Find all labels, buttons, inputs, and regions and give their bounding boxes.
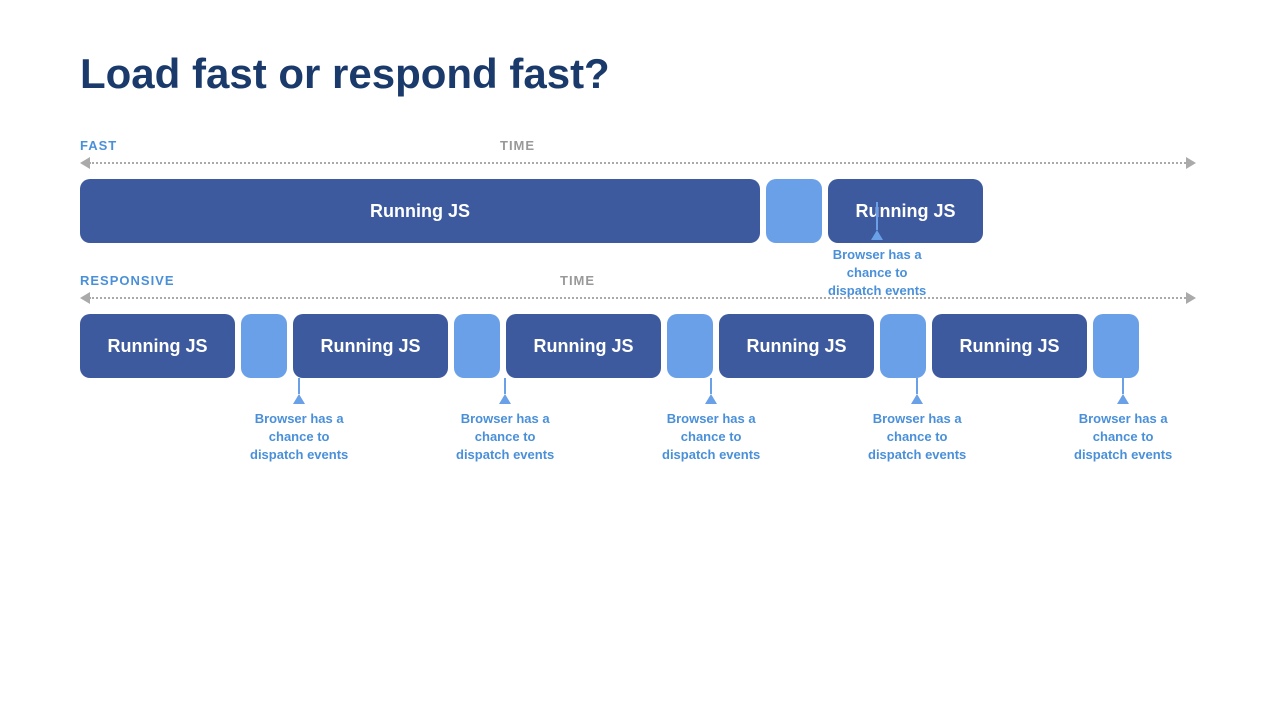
fast-annotation-arrow <box>871 230 883 240</box>
resp-annotation-4: Browser has achance todispatch events <box>868 378 966 465</box>
responsive-timeline-arrow <box>80 292 1196 304</box>
resp-gap-3 <box>667 314 713 378</box>
resp-gap-2 <box>454 314 500 378</box>
fast-time-label: TIME <box>500 138 535 153</box>
responsive-section: RESPONSIVE TIME Running JS Running JS Ru… <box>80 273 1196 478</box>
resp-gap-5 <box>1093 314 1139 378</box>
resp-js-block-1: Running JS <box>80 314 235 378</box>
resp-gap-4 <box>880 314 926 378</box>
fast-js-block-large: Running JS <box>80 179 760 243</box>
fast-label: FAST <box>80 138 117 153</box>
resp-annotation-3: Browser has achance todispatch events <box>662 378 760 465</box>
resp-gap-1 <box>241 314 287 378</box>
resp-arrow-right-icon <box>1186 292 1196 304</box>
page-title: Load fast or respond fast? <box>80 50 1196 98</box>
resp-dotted-line <box>89 297 1186 299</box>
resp-js-block-2: Running JS <box>293 314 448 378</box>
resp-annotation-5: Browser has achance todispatch events <box>1074 378 1172 465</box>
resp-js-block-5: Running JS <box>932 314 1087 378</box>
responsive-time-label: TIME <box>560 273 595 288</box>
resp-annotations-container: Browser has achance todispatch events Br… <box>80 378 1196 478</box>
fast-annotation-line <box>876 202 878 230</box>
fast-blocks-row: Running JS Running JS <box>80 179 1196 243</box>
fast-section: FAST TIME Running JS Running JS Browser … <box>80 138 1196 243</box>
resp-js-block-4: Running JS <box>719 314 874 378</box>
fast-timeline-arrow <box>80 157 1196 169</box>
responsive-blocks-row: Running JS Running JS Running JS Running… <box>80 314 1196 378</box>
slide: Load fast or respond fast? FAST TIME Run… <box>0 0 1276 717</box>
fast-dotted-line <box>89 162 1186 164</box>
arrow-right-icon <box>1186 157 1196 169</box>
responsive-label: RESPONSIVE <box>80 273 175 288</box>
fast-gap-block <box>766 179 822 243</box>
resp-annotation-2: Browser has achance todispatch events <box>456 378 554 465</box>
resp-annotation-1: Browser has achance todispatch events <box>250 378 348 465</box>
resp-js-block-3: Running JS <box>506 314 661 378</box>
